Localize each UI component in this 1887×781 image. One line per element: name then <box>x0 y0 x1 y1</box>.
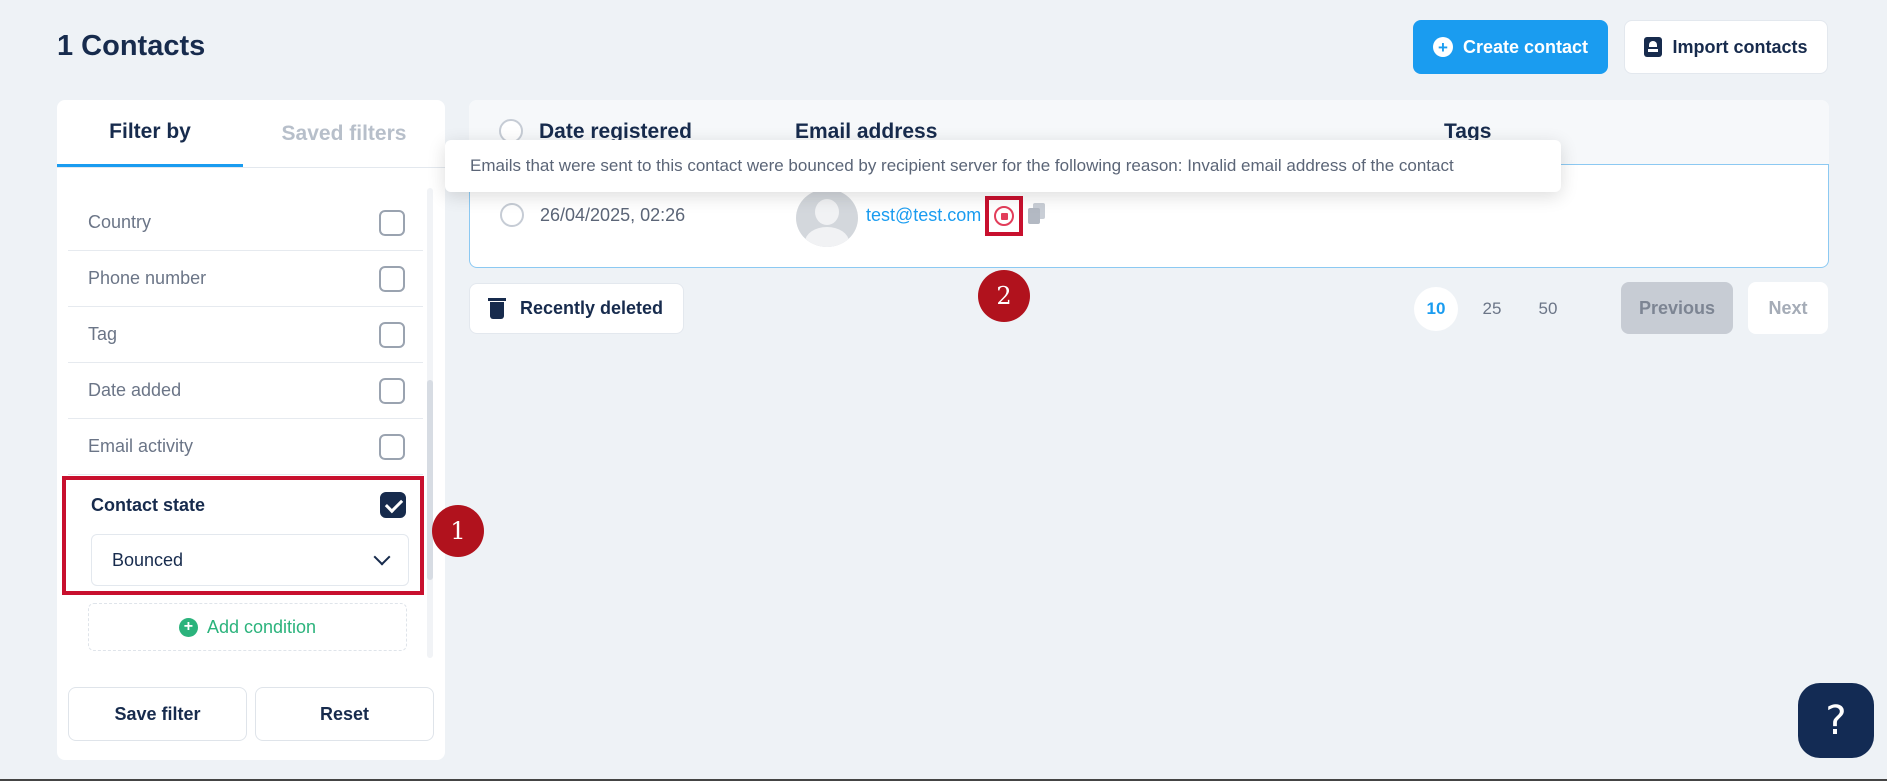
filter-label: Date added <box>88 380 182 400</box>
filter-list: Country Phone number Tag Date added Emai… <box>57 195 427 475</box>
recently-deleted-button[interactable]: Recently deleted <box>469 283 684 334</box>
filter-label: Tag <box>88 324 118 344</box>
filter-checkbox[interactable] <box>379 265 405 292</box>
help-button[interactable]: ? <box>1798 683 1874 758</box>
filter-sidebar: Filter by Saved filters Country Phone nu… <box>57 100 445 760</box>
tab-saved-filters[interactable]: Saved filters <box>243 100 445 167</box>
import-contacts-button[interactable]: Import contacts <box>1624 20 1828 74</box>
filter-label: Email activity <box>88 436 194 456</box>
trash-icon <box>487 298 508 319</box>
sidebar-scrollbar-thumb[interactable] <box>427 380 433 580</box>
plus-circle-icon: + <box>1432 37 1453 57</box>
date-registered-cell: 26/04/2025, 02:26 <box>540 205 686 225</box>
create-contact-label: Create contact <box>1462 36 1589 57</box>
next-button[interactable]: Next <box>1748 282 1828 334</box>
contact-state-filter: Contact state Bounced <box>62 476 424 595</box>
row-select-radio[interactable] <box>500 203 524 227</box>
filter-row-tag[interactable]: Tag <box>68 307 423 363</box>
filter-checkbox[interactable] <box>379 377 405 404</box>
filter-row-phone-number[interactable]: Phone number <box>68 251 423 307</box>
bounced-icon[interactable] <box>994 206 1014 226</box>
save-filter-button[interactable]: Save filter <box>68 687 247 741</box>
contact-state-checkbox[interactable] <box>380 492 406 518</box>
annotation-marker-1: 1 <box>432 505 484 557</box>
page-size-25[interactable]: 25 <box>1470 287 1514 331</box>
page-title: 1 Contacts <box>57 30 206 62</box>
filter-checkbox[interactable] <box>379 321 405 348</box>
previous-button[interactable]: Previous <box>1621 282 1733 334</box>
contact-state-value: Bounced <box>112 549 184 570</box>
filter-label: Country <box>88 212 152 232</box>
page-size-50[interactable]: 50 <box>1526 287 1570 331</box>
filter-row-email-activity[interactable]: Email activity <box>68 419 423 475</box>
filter-checkbox[interactable] <box>379 433 405 460</box>
email-link[interactable]: test@test.com <box>866 205 981 226</box>
contact-state-select[interactable]: Bounced <box>91 534 409 586</box>
annotation-marker-2: 2 <box>978 270 1030 322</box>
copy-icon[interactable] <box>1028 203 1046 225</box>
add-condition-label: Add condition <box>206 616 317 637</box>
filter-row-date-added[interactable]: Date added <box>68 363 423 419</box>
add-condition-button[interactable]: + Add condition <box>88 603 407 651</box>
contact-state-label: Contact state <box>91 494 206 515</box>
plus-circle-icon: + <box>178 617 198 637</box>
contact-card-icon <box>1644 37 1663 57</box>
chevron-down-icon <box>373 548 391 566</box>
bounce-reason-tooltip: Emails that were sent to this contact we… <box>445 140 1561 192</box>
sidebar-tabs: Filter by Saved filters <box>57 100 445 168</box>
import-contacts-label: Import contacts <box>1672 36 1808 57</box>
page-size-10[interactable]: 10 <box>1414 287 1458 331</box>
bounced-status-highlight[interactable] <box>985 196 1023 236</box>
filter-checkbox[interactable] <box>379 209 405 236</box>
filter-row-country[interactable]: Country <box>68 195 423 251</box>
avatar <box>796 189 858 247</box>
recently-deleted-label: Recently deleted <box>519 298 664 318</box>
tab-filter-by[interactable]: Filter by <box>57 100 243 167</box>
reset-button[interactable]: Reset <box>255 687 434 741</box>
filter-label: Phone number <box>88 268 207 288</box>
create-contact-button[interactable]: + Create contact <box>1413 20 1608 74</box>
